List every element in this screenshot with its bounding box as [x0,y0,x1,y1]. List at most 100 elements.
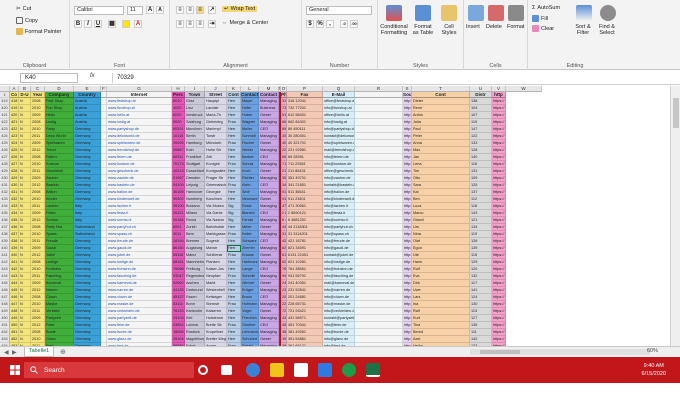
align-top-icon[interactable]: ≡ [176,6,184,14]
table-cell[interactable]: 221 92581 [287,147,323,154]
table-cell[interactable]: https:// [492,189,506,196]
table-cell[interactable]: Graz [185,98,205,105]
table-cell[interactable]: www.feiern.de [107,154,172,161]
table-cell[interactable]: Managing [259,301,279,308]
bold-icon[interactable]: B [74,20,82,28]
row-header[interactable]: 447 [0,294,10,301]
table-cell[interactable]: Dusseldorf [185,168,205,175]
edge-icon[interactable] [246,363,260,377]
table-cell[interactable]: http://www.jubel.de [403,252,412,259]
table-cell[interactable]: Germany [74,301,101,308]
table-cell[interactable]: 86150 [172,245,185,252]
table-cell[interactable]: 52062 [172,280,185,287]
table-cell[interactable]: Frankfurt [185,154,205,161]
table-cell[interactable]: 421 16781 [287,238,323,245]
table-cell[interactable]: Grimmaische [205,182,227,189]
table-cell[interactable]: Rolf [412,266,470,273]
table-cell[interactable]: CEO [259,154,279,161]
table-cell[interactable]: Italy [74,203,101,210]
table-cell[interactable]: Frau [227,322,241,329]
table-cell[interactable]: 471 30561 [287,203,323,210]
table-cell[interactable]: 6131 22451 [287,252,323,259]
format-painter-button[interactable]: Format Painter [16,28,61,35]
table-cell[interactable]: N [19,315,31,322]
table-cell[interactable]: info@glanz.de [323,336,355,343]
table-cell[interactable]: http://www.lustige.de/kontakt [403,259,412,266]
table-cell[interactable]: 2011 [31,133,45,140]
table-cell[interactable]: Braun [241,294,259,301]
table-cell[interactable]: 147 [470,126,492,133]
increase-decimal-icon[interactable]: .0 [340,20,348,28]
table-cell[interactable]: www.spass.ch [107,231,172,238]
table-cell[interactable]: Herr [227,189,241,196]
table-cell[interactable]: Huber [241,112,259,119]
table-cell[interactable]: Germany [74,175,101,182]
table-cell[interactable]: Herr [227,308,241,315]
table-cell[interactable]: Georgstr [205,189,227,196]
table-cell[interactable]: 8001 [172,224,185,231]
table-cell[interactable]: 423 [10,133,19,140]
table-cell[interactable]: Switzerland [74,231,101,238]
table-cell[interactable]: N [19,203,31,210]
table-cell[interactable]: Schulz [241,161,259,168]
table-cell[interactable]: 113 [470,308,492,315]
table-cell[interactable]: 110 [470,231,492,238]
table-cell[interactable]: info@partyhut.ch [323,224,355,231]
table-cell[interactable]: Wagner [241,119,259,126]
table-cell[interactable]: 2010 [31,126,45,133]
table-cell[interactable]: Festa [45,210,74,217]
format-button[interactable]: Format [507,24,524,30]
row-header[interactable]: 421 [0,112,10,119]
table-cell[interactable]: Maske [45,301,74,308]
table-cell[interactable]: CEO [259,126,279,133]
table-cell[interactable]: 122 [470,133,492,140]
align-bottom-icon[interactable]: ≡ [196,6,204,14]
table-cell[interactable]: 79098 [172,266,185,273]
table-cell[interactable]: 31 3114201 [287,231,323,238]
windows-start-icon[interactable] [10,365,20,375]
table-cell[interactable]: info@frohsinn.de [323,266,355,273]
table-cell[interactable]: Sara [412,182,470,189]
delete-cells-icon[interactable] [488,5,504,21]
table-cell[interactable]: 30 280401 [287,133,323,140]
table-cell[interactable] [355,161,403,168]
table-cell[interactable]: 2010 [31,266,45,273]
table-cell[interactable]: Ute [412,252,470,259]
table-cell[interactable]: info@ballon.de [323,189,355,196]
table-cell[interactable]: Rossi [241,203,259,210]
table-cell[interactable]: Managing [259,175,279,182]
table-cell[interactable]: Herr [227,168,241,175]
table-cell[interactable]: N [19,238,31,245]
table-cell[interactable]: Marktgasse [205,231,227,238]
table-cell[interactable]: Neupfarr [205,273,227,280]
table-cell[interactable]: 316 12041 [287,98,323,105]
table-cell[interactable]: 821 34591 [287,245,323,252]
table-cell[interactable] [355,329,403,336]
table-cell[interactable]: https:// [492,140,506,147]
table-cell[interactable]: Freiburg [185,266,205,273]
table-cell[interactable]: https:// [492,259,506,266]
table-cell[interactable]: Austria [74,119,101,126]
table-cell[interactable]: N [19,210,31,217]
table-cell[interactable] [355,133,403,140]
align-middle-icon[interactable]: ≡ [186,6,194,14]
table-cell[interactable]: N [19,196,31,203]
table-cell[interactable]: http://www.bunte.de/impressum [403,329,412,336]
excel-icon[interactable] [366,363,380,377]
table-cell[interactable]: https:// [492,210,506,217]
table-cell[interactable] [355,98,403,105]
table-cell[interactable]: https:// [492,238,506,245]
table-cell[interactable]: Herr [227,238,241,245]
row-header[interactable]: 441 [0,252,10,259]
vertical-scroll-thumb[interactable] [673,98,679,128]
table-cell[interactable]: 2010 [31,105,45,112]
row-header[interactable]: 442 [0,259,10,266]
table-cell[interactable]: N [19,273,31,280]
table-cell[interactable]: Landstr [205,105,227,112]
table-cell[interactable]: Fun Shop [45,105,74,112]
table-cell[interactable]: 40 321701 [287,140,323,147]
table-cell[interactable]: 10115 [172,133,185,140]
format-cells-icon[interactable] [508,5,524,21]
format-as-table-button[interactable]: Format as Table [408,24,438,36]
table-cell[interactable]: Germany [74,182,101,189]
